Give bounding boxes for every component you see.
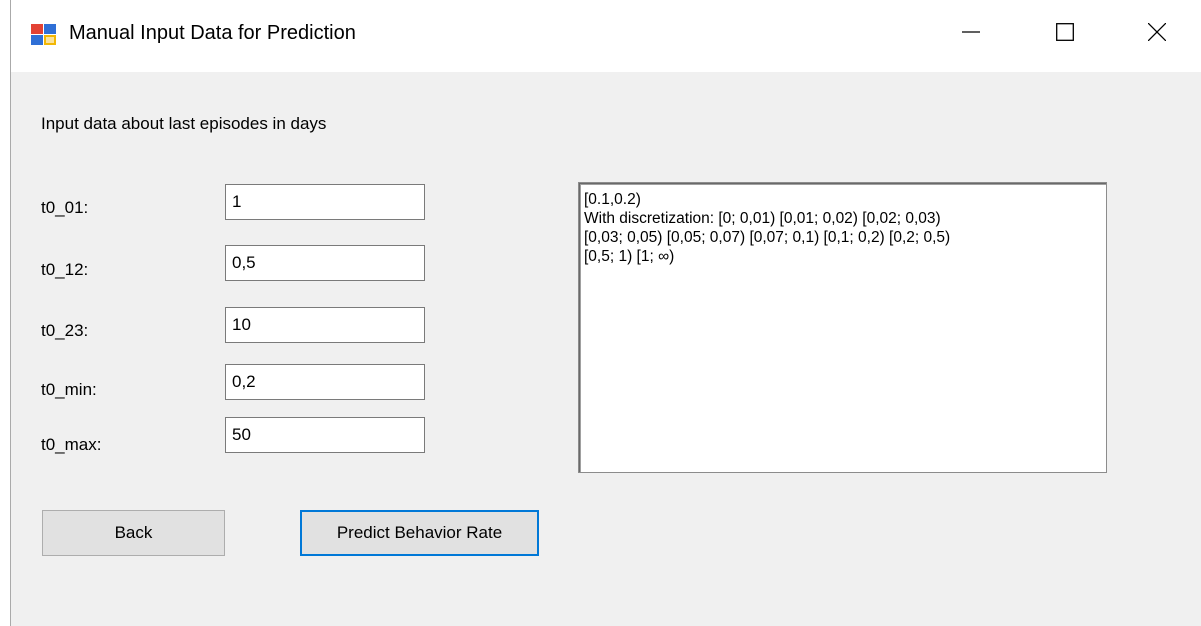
field-label-t0-min: t0_min: bbox=[41, 380, 97, 399]
app-form-icon bbox=[31, 24, 57, 46]
t0-min-input[interactable] bbox=[225, 364, 425, 400]
minimize-button[interactable] bbox=[925, 0, 1017, 68]
t0-01-input[interactable] bbox=[225, 184, 425, 220]
close-button[interactable] bbox=[1111, 0, 1201, 68]
instruction-label: Input data about last episodes in days bbox=[41, 114, 327, 133]
title-bar[interactable]: Manual Input Data for Prediction bbox=[11, 0, 1201, 72]
form-window: Manual Input Data for Prediction Input d… bbox=[10, 0, 1201, 626]
t0-12-input[interactable] bbox=[225, 245, 425, 281]
prediction-output-textbox[interactable]: [0.1,0.2) With discretization: [0; 0,01)… bbox=[578, 182, 1107, 473]
minimize-icon bbox=[962, 23, 980, 46]
field-label-t0-max: t0_max: bbox=[41, 435, 102, 454]
back-button[interactable]: Back bbox=[42, 510, 225, 556]
window-title: Manual Input Data for Prediction bbox=[69, 22, 356, 44]
maximize-button[interactable] bbox=[1019, 0, 1111, 68]
close-icon bbox=[1147, 22, 1167, 46]
field-label-t0-01: t0_01: bbox=[41, 198, 89, 217]
field-label-t0-23: t0_23: bbox=[41, 321, 89, 340]
predict-behavior-rate-button[interactable]: Predict Behavior Rate bbox=[300, 510, 539, 556]
maximize-icon bbox=[1056, 22, 1074, 46]
t0-23-input[interactable] bbox=[225, 307, 425, 343]
t0-max-input[interactable] bbox=[225, 417, 425, 453]
field-label-t0-12: t0_12: bbox=[41, 260, 89, 279]
